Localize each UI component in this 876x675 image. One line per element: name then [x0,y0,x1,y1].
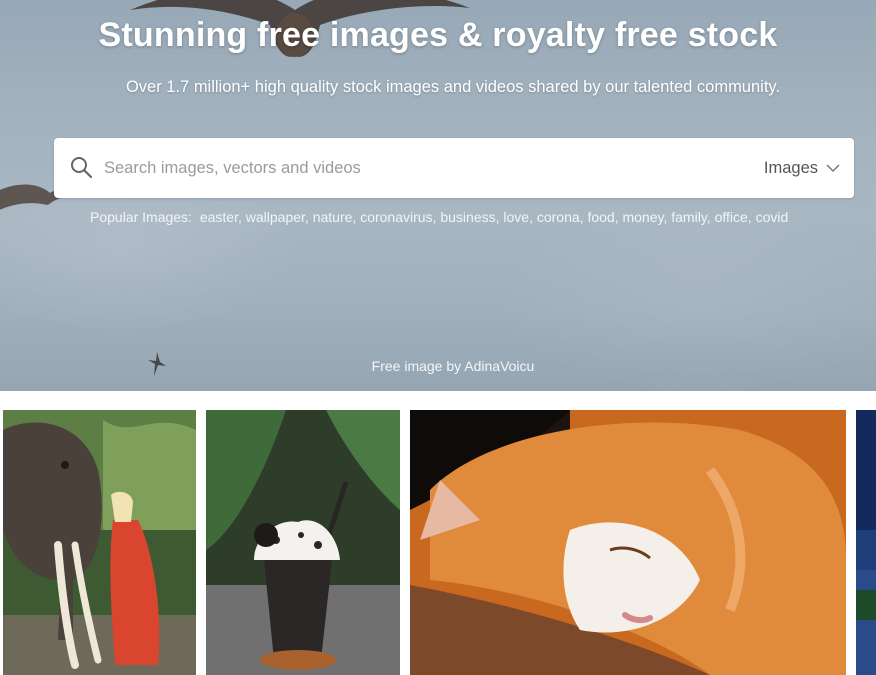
media-type-dropdown[interactable]: Images [764,156,840,180]
search-icon[interactable] [69,155,93,179]
iced-drink-photo [206,410,400,675]
image-credit: Free image by AdinaVoicu [0,358,876,374]
gallery-image-cat[interactable] [410,410,846,675]
popular-tag-money[interactable]: money [622,209,663,225]
popular-tag-covid[interactable]: covid [756,209,789,225]
sleeping-cat-photo [410,410,846,675]
hero-banner: Stunning free images & royalty free stoc… [0,0,876,391]
popular-tag-business[interactable]: business [440,209,495,225]
popular-searches: Popular Images: easter, wallpaper, natur… [90,209,789,225]
night-sky-photo [856,410,876,675]
popular-tag-easter[interactable]: easter [200,209,238,225]
gallery-image-elephant[interactable] [3,410,196,675]
search-input[interactable] [104,148,704,188]
media-type-label: Images [763,158,818,177]
popular-tag-corona[interactable]: corona [537,209,580,225]
elephant-woman-photo [3,410,196,675]
gallery-image-drink[interactable] [206,410,400,675]
popular-tag-coronavirus[interactable]: coronavirus [360,209,432,225]
hero-title: Stunning free images & royalty free stoc… [98,16,778,54]
popular-tag-family[interactable]: family [671,209,707,225]
popular-tag-office[interactable]: office [715,209,748,225]
popular-tag-food[interactable]: food [587,209,614,225]
hero-subtitle: Over 1.7 million+ high quality stock ima… [125,78,781,96]
chevron-down-icon [826,164,840,173]
credit-author-link[interactable]: AdinaVoicu [464,358,534,374]
popular-tag-love[interactable]: love [503,209,529,225]
search-bar: Images [54,138,854,198]
credit-prefix: Free image by [371,358,462,374]
popular-tag-nature[interactable]: nature [313,209,353,225]
gallery-image-night[interactable] [856,410,876,675]
popular-label: Popular Images: [90,209,192,225]
popular-tag-wallpaper[interactable]: wallpaper [246,209,305,225]
